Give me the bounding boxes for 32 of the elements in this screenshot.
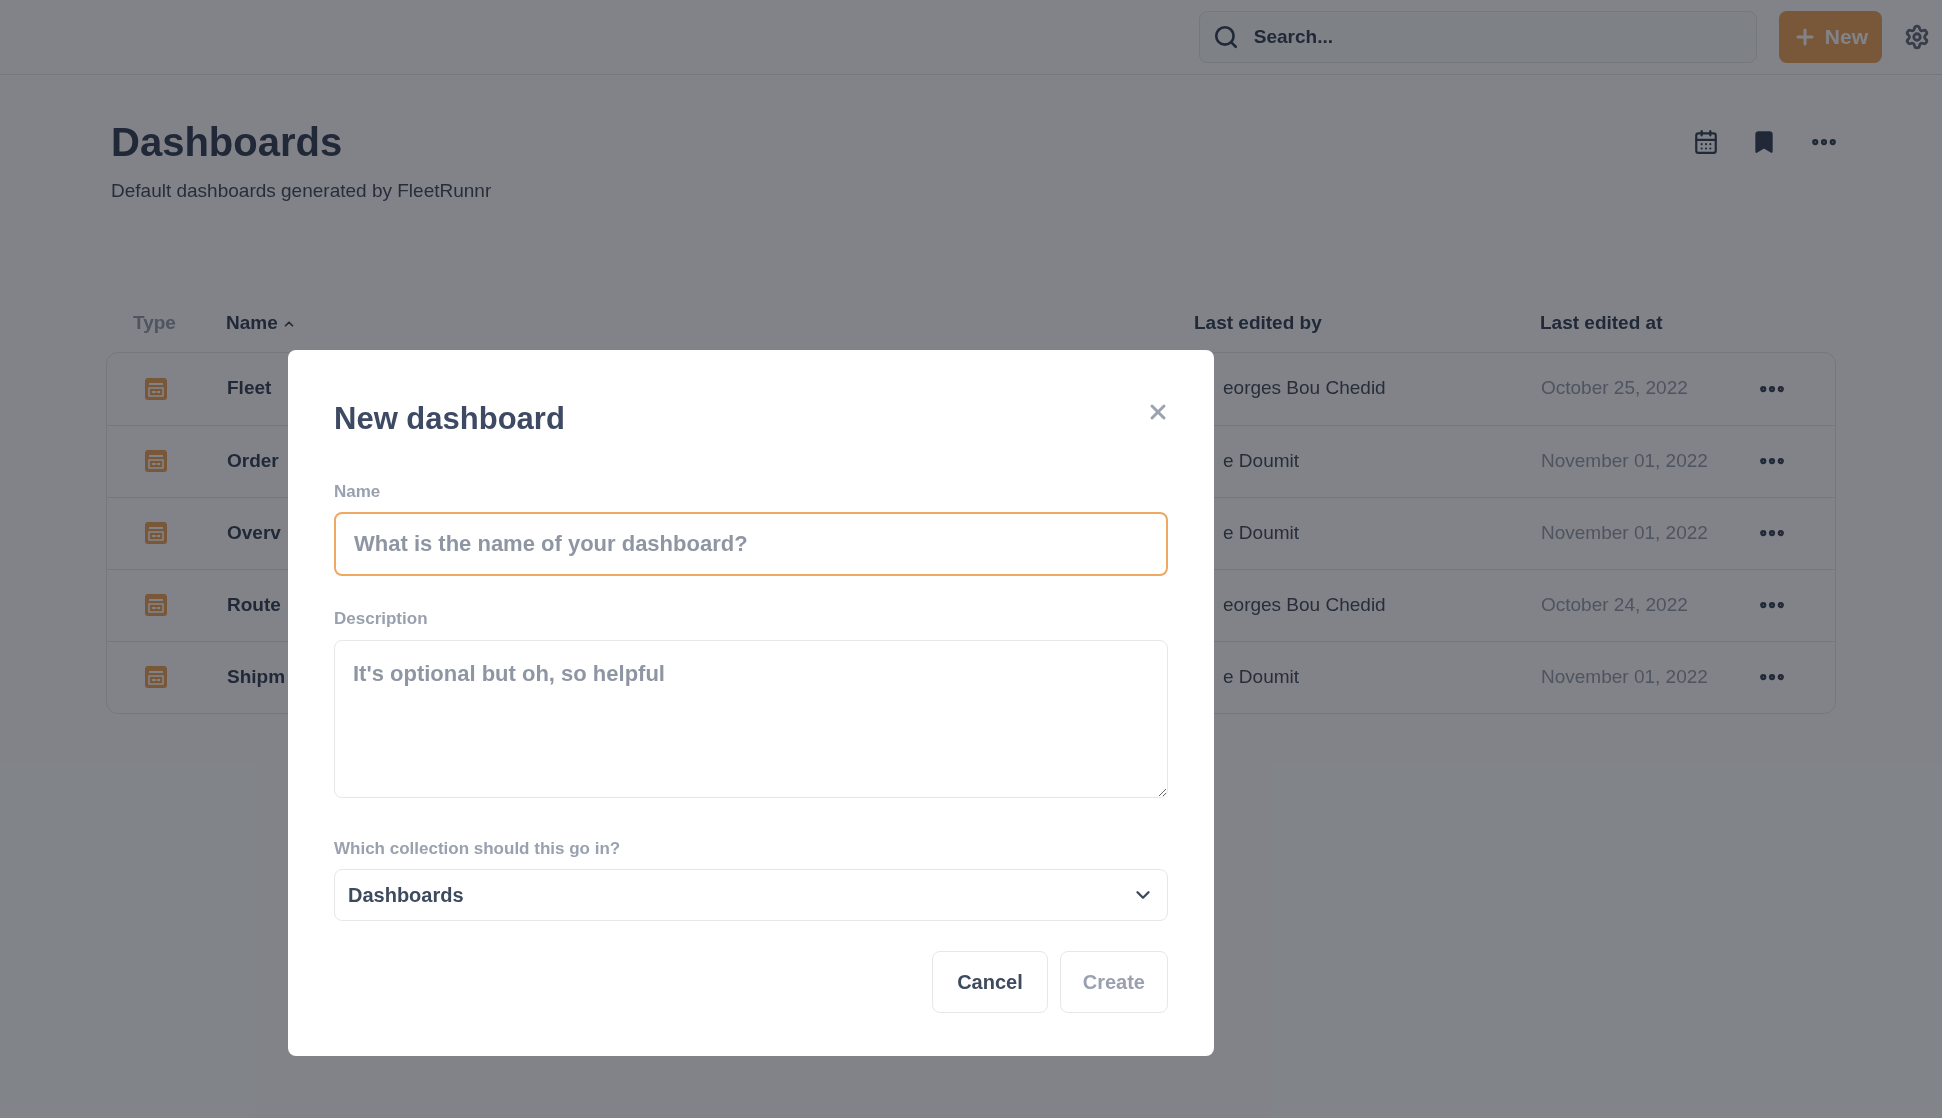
settings-icon[interactable] (1904, 24, 1930, 50)
page-subtitle: Default dashboards generated by FleetRunnr (111, 179, 492, 203)
field-label: Description (334, 608, 429, 630)
field-label: Which collection should this go in? (334, 837, 622, 860)
dashboard-icon (144, 376, 168, 401)
cancel-button[interactable]: Cancel (932, 951, 1048, 1013)
collection-select[interactable]: Dashboards (334, 869, 1168, 921)
table-cell[interactable]: Order (227, 449, 279, 471)
table-cell[interactable]: Route (227, 593, 281, 615)
table-cell: e Doumit (1223, 449, 1300, 471)
page-title: Dashboards (111, 119, 344, 166)
table-cell[interactable]: Overv (227, 521, 281, 543)
dashboard-icon (144, 665, 168, 689)
table-cell: eorges Bou Chedid (1223, 593, 1386, 615)
description-textarea[interactable]: It's optional but oh, so helpful (334, 639, 1168, 798)
table-cell: eorges Bou Chedid (1223, 377, 1386, 399)
table-cell[interactable]: Shipm (227, 665, 286, 687)
dialog-title: New dashboard (334, 400, 565, 438)
column-header[interactable]: Last edited at (1540, 309, 1663, 338)
column-header[interactable]: Name (226, 309, 296, 338)
field-label: Name (334, 480, 382, 503)
calendar-icon[interactable] (1693, 129, 1719, 155)
table-cell[interactable]: Fleet (227, 377, 272, 399)
dashboard-icon (144, 593, 168, 617)
table-cell: e Doumit (1223, 521, 1300, 543)
column-header[interactable]: Last edited by (1194, 309, 1322, 338)
dashboard-icon (144, 449, 168, 473)
name-input[interactable]: What is the name of your dashboard? (334, 512, 1168, 576)
dashboard-icon (144, 521, 168, 545)
search-icon (1212, 24, 1239, 50)
search-field[interactable]: Search... (1198, 11, 1757, 63)
table-cell: e Doumit (1223, 665, 1300, 687)
